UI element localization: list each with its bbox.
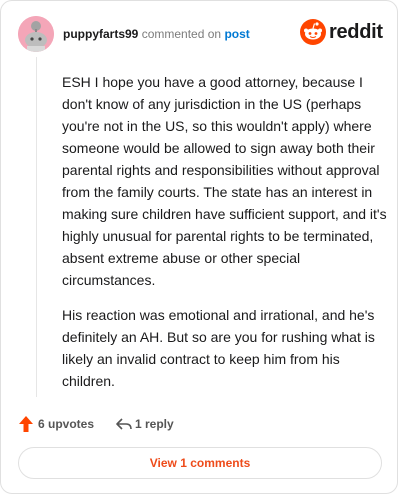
upvote-count: 6 upvotes — [38, 417, 95, 431]
author-name[interactable]: puppyfarts99 — [63, 27, 138, 41]
reddit-brand[interactable]: reddit — [300, 19, 383, 45]
avatar[interactable] — [18, 16, 54, 52]
comment-action-text: commented on — [141, 27, 222, 41]
comment-header: puppyfarts99 commented on post reddit — [18, 16, 385, 52]
thread-line[interactable] — [36, 57, 37, 397]
reply-button[interactable]: 1 reply — [115, 415, 185, 433]
upvote-arrow-icon — [19, 416, 33, 432]
comment-paragraph: ESH I hope you have a good attorney, bec… — [62, 74, 387, 288]
snoo-avatar-icon — [18, 16, 54, 52]
reply-count: 1 reply — [135, 417, 174, 431]
reddit-snoo-icon — [300, 19, 326, 45]
reddit-wordmark: reddit — [329, 21, 383, 43]
post-link[interactable]: post — [224, 27, 249, 41]
comment-card: puppyfarts99 commented on post reddit ES… — [0, 0, 398, 494]
reply-arrow-icon — [116, 418, 132, 430]
view-comments-button[interactable]: View 1 comments — [18, 447, 382, 479]
comment-meta: puppyfarts99 commented on post — [63, 26, 250, 42]
comment-paragraph: His reaction was emotional and irrationa… — [62, 307, 375, 389]
upvote-button[interactable]: 6 upvotes — [18, 415, 98, 433]
comment-body: ESH I hope you have a good attorney, bec… — [62, 71, 390, 405]
